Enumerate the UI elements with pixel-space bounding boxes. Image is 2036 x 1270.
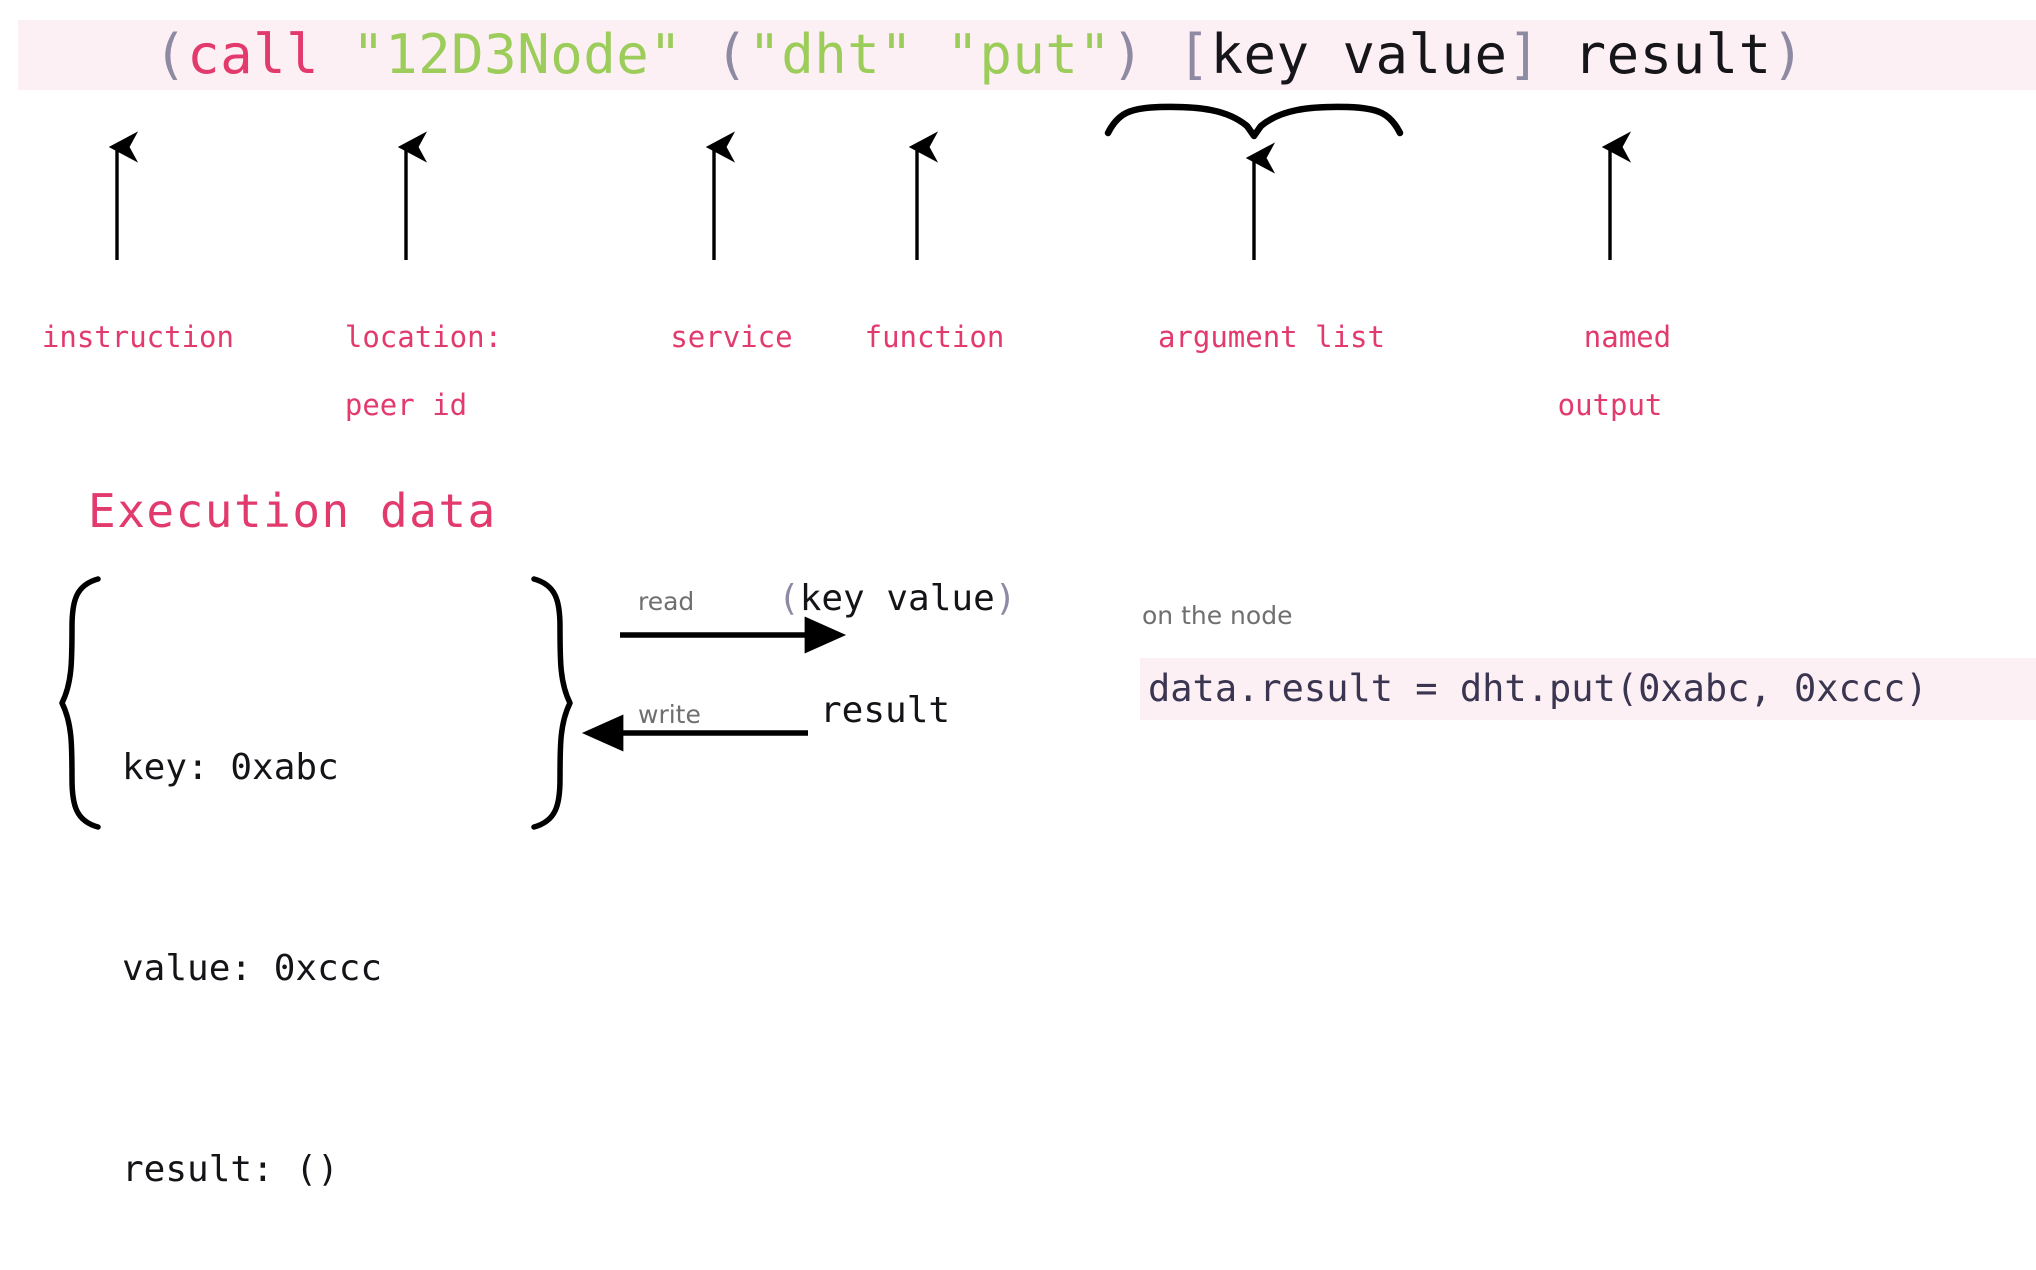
- annotation-label-location: location: peer id: [296, 286, 516, 456]
- annotation-service-line1: service: [670, 320, 793, 354]
- node-code-line: data.result = dht.put(0xabc, 0xccc): [1148, 667, 1928, 710]
- annotation-label-argument-list: argument list: [1104, 286, 1404, 354]
- flow-arrow-layer: [581, 616, 847, 752]
- node-code-strip: data.result = dht.put(0xabc, 0xccc): [1140, 658, 2036, 720]
- annotation-location-line1: location:: [344, 320, 503, 354]
- execution-data-row: value: 0xccc: [122, 948, 383, 989]
- argument-list-brace: [1104, 103, 1404, 140]
- annotation-label-function: function: [827, 286, 1007, 354]
- execution-data-right-brace: [531, 576, 573, 830]
- annotation-named-output-line2: output: [1557, 388, 1663, 422]
- read-payload-open-paren: (: [778, 578, 800, 619]
- annotation-argument-list-line1: argument list: [1157, 320, 1385, 354]
- annotation-label-named-output: named output: [1520, 286, 1700, 456]
- annotation-location-line2: peer id: [344, 388, 468, 422]
- execution-data-title: Execution data: [88, 484, 497, 538]
- execution-data-left-brace: [59, 576, 101, 830]
- execution-data-row: key: 0xabc: [122, 747, 339, 788]
- annotation-label-service: service: [624, 286, 804, 354]
- read-payload-close-paren: ): [994, 578, 1017, 619]
- annotation-label-instruction: instruction: [7, 286, 234, 354]
- read-flow-tag: read: [638, 587, 695, 616]
- annotation-function-line1: function: [864, 320, 1005, 354]
- execution-data-row: result: (): [122, 1149, 339, 1190]
- read-flow-payload: (key value): [778, 578, 1016, 619]
- on-the-node-caption: on the node: [1142, 601, 1293, 630]
- annotation-named-output-line1: named: [1583, 320, 1672, 354]
- execution-data-rows: key: 0xabc value: 0xccc result: (): [122, 600, 382, 1270]
- annotation-instruction-line1: instruction: [41, 320, 234, 354]
- read-payload-body: key value: [799, 578, 995, 619]
